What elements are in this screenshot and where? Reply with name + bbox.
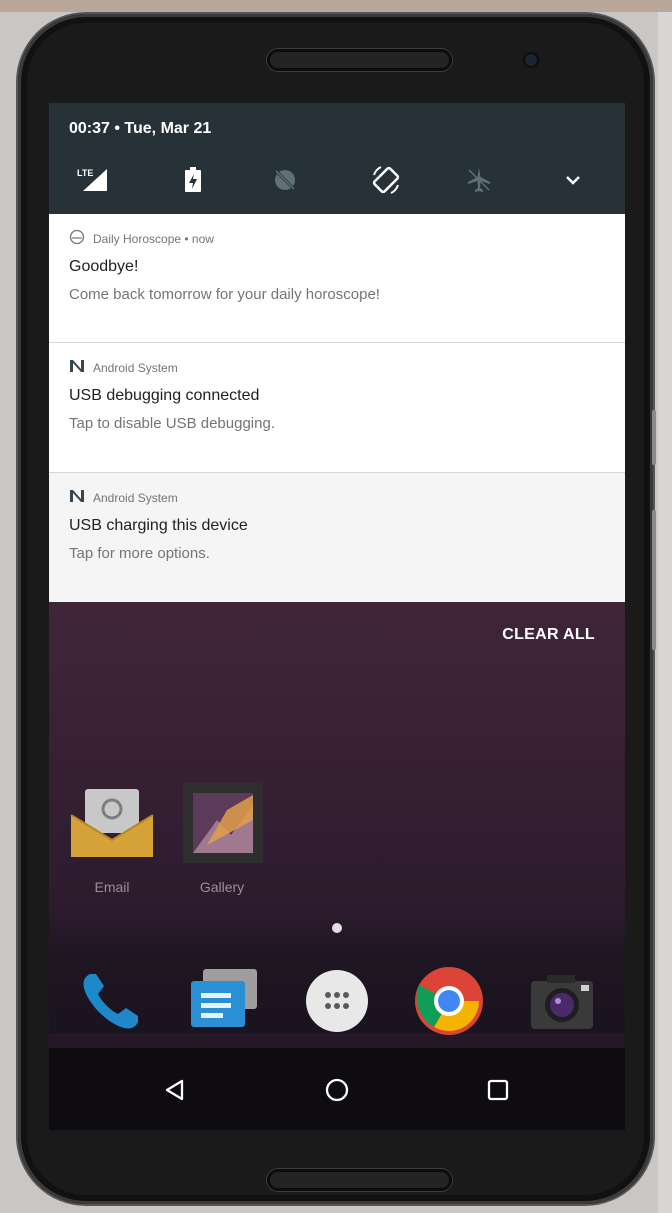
- notification-title: USB charging this device: [69, 517, 248, 534]
- bottom-speaker-grille: [267, 1169, 452, 1191]
- battery-icon[interactable]: [171, 158, 215, 202]
- navigation-bar: [49, 1048, 625, 1130]
- gallery-label: Gallery: [199, 879, 245, 895]
- front-camera: [525, 54, 537, 66]
- notification-title: USB debugging connected: [69, 387, 260, 404]
- gallery-app[interactable]: Gallery: [177, 775, 267, 895]
- notification-app-name: Daily Horoscope • now: [93, 232, 214, 246]
- expand-chevron-icon[interactable]: [551, 158, 595, 202]
- notification-app-name: Android System: [93, 491, 178, 505]
- notification-text: Tap for more options.: [69, 545, 210, 562]
- notification-text: Come back tomorrow for your daily horosc…: [69, 286, 380, 303]
- volume-button[interactable]: [652, 410, 656, 465]
- email-app[interactable]: Email: [67, 775, 157, 895]
- gallery-icon: [183, 783, 263, 863]
- notification-app-name: Android System: [93, 361, 178, 375]
- email-label: Email: [94, 879, 130, 895]
- camera-app[interactable]: [523, 963, 599, 1039]
- top-speaker-grille: [267, 49, 452, 71]
- android-system-icon: [69, 489, 85, 508]
- android-system-icon: [69, 359, 85, 378]
- clear-all-button[interactable]: CLEAR ALL: [502, 626, 595, 644]
- notification-daily-horoscope[interactable]: Daily Horoscope • now Goodbye! Come back…: [49, 214, 625, 343]
- notification-usb-charging[interactable]: Android System USB charging this device …: [49, 473, 625, 602]
- notification-usb-debugging[interactable]: Android System USB debugging connected T…: [49, 343, 625, 473]
- camera-icon: [531, 975, 593, 1029]
- back-icon[interactable]: [153, 1068, 197, 1112]
- page-side-strip: [658, 12, 672, 1213]
- lte-signal-icon[interactable]: LTE: [73, 158, 117, 202]
- quick-settings-header: 00:37 • Tue, Mar 21 LTE: [49, 103, 625, 214]
- horoscope-app-icon: [69, 229, 85, 250]
- do-not-disturb-icon[interactable]: [263, 158, 307, 202]
- power-button[interactable]: [652, 510, 656, 650]
- home-icon[interactable]: [315, 1068, 359, 1112]
- page-indicator: [332, 923, 342, 933]
- messages-icon: [191, 969, 257, 1027]
- lte-label: LTE: [77, 168, 93, 178]
- page-top-strip: [0, 0, 672, 12]
- chrome-app[interactable]: [411, 963, 487, 1039]
- airplane-mode-icon[interactable]: [457, 158, 501, 202]
- recents-icon[interactable]: [476, 1068, 520, 1112]
- app-drawer[interactable]: [299, 963, 375, 1039]
- email-icon: [70, 789, 154, 857]
- chrome-icon: [415, 967, 483, 1035]
- auto-rotate-icon[interactable]: [364, 158, 408, 202]
- app-drawer-icon: [306, 970, 368, 1032]
- phone-icon: [83, 974, 138, 1029]
- status-time-date: 00:37 • Tue, Mar 21: [69, 120, 212, 137]
- notification-title: Goodbye!: [69, 258, 139, 275]
- notification-text: Tap to disable USB debugging.: [69, 415, 275, 432]
- phone-screen: 00:37 • Tue, Mar 21 LTE Daily Horoscope …: [49, 103, 625, 1130]
- quick-settings-row: LTE: [49, 158, 625, 202]
- messages-app[interactable]: [185, 963, 261, 1039]
- phone-app[interactable]: [73, 963, 149, 1039]
